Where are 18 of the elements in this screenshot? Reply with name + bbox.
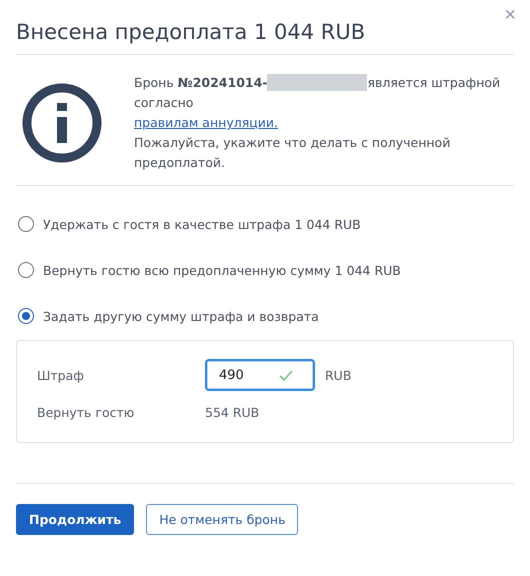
currency-label: RUB [325, 368, 352, 382]
booking-text: Бронь №20241014- является штрафной согласно [134, 73, 502, 112]
refund-label: Вернуть гостю [37, 405, 136, 420]
penalty-input-field[interactable]: 490 [205, 359, 315, 391]
radio-option[interactable]: Задать другую сумму штрафа и возврата [18, 308, 512, 324]
dialog-title: Внесена предоплата 1 044 RUB [16, 19, 366, 46]
keep-booking-button[interactable]: Не отменять бронь [146, 504, 298, 535]
info-icon [22, 83, 102, 163]
radio-icon[interactable] [18, 216, 34, 232]
penalty-label: Штраф [37, 368, 85, 382]
cancellation-rules-link[interactable]: правилам аннуляции. [134, 113, 278, 133]
radio-icon[interactable] [18, 308, 34, 324]
radio-icon[interactable] [18, 262, 34, 278]
radio-option[interactable]: Удержать с гостя в качестве штрафа 1 044 RUB [18, 216, 512, 232]
refund-amount: 554 RUB [205, 405, 260, 420]
radio-option[interactable]: Вернуть гостю всю предоплаченную сумму 1 044 RUB [18, 262, 512, 278]
continue-button[interactable]: Продолжить [16, 504, 134, 535]
instruction-text: Пожалуйста, укажите что делать с полученной предоплатой. [134, 134, 452, 172]
